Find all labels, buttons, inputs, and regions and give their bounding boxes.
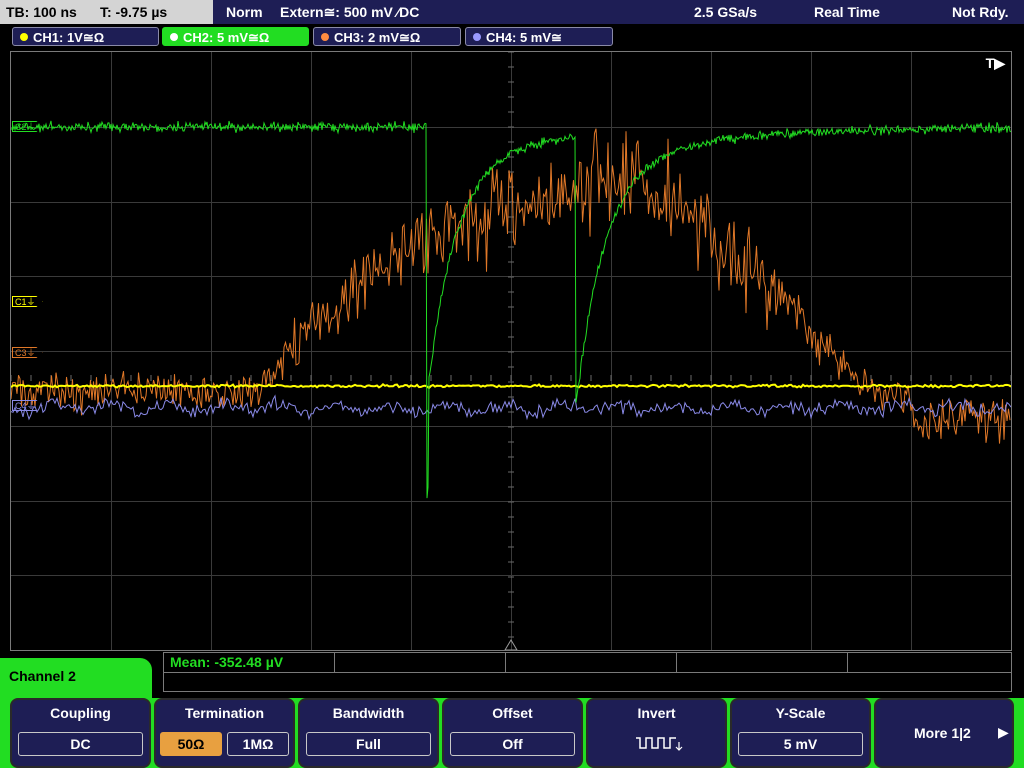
termination-50ohm-option[interactable]: 50Ω <box>160 732 222 756</box>
timebase-label: TB: 100 ns <box>6 4 77 20</box>
offset-softkey[interactable]: Offset Off <box>442 698 583 768</box>
termination-1mohm-option[interactable]: 1MΩ <box>227 732 289 756</box>
status-bar: TB: 100 ns T: -9.75 µs Norm Extern≅: 500… <box>0 0 1024 24</box>
ch4-dot-icon <box>473 33 481 41</box>
invert-title: Invert <box>637 705 676 721</box>
ch1-dot-icon <box>20 33 28 41</box>
waveform-display[interactable]: T▶ <box>10 51 1012 651</box>
divider <box>334 653 335 672</box>
invert-softkey[interactable]: Invert <box>586 698 727 768</box>
ch2-dot-icon <box>170 33 178 41</box>
ch3-dot-icon <box>321 33 329 41</box>
ch1-level-marker[interactable]: C1⏚ <box>12 296 43 307</box>
softkey-bar: Coupling DC Termination 50Ω 1MΩ Bandwidt… <box>0 698 1024 768</box>
channel-tab-ch4[interactable]: CH4: 5 mV≅ <box>465 27 613 46</box>
run-status[interactable]: Not Rdy. <box>952 0 1009 24</box>
bandwidth-title: Bandwidth <box>332 705 405 721</box>
offset-title: Offset <box>492 705 533 721</box>
bandwidth-softkey[interactable]: Bandwidth Full <box>298 698 439 768</box>
timebase-box[interactable]: TB: 100 ns T: -9.75 µs <box>0 0 213 24</box>
ch3-label: CH3: 2 mV≅Ω <box>334 30 421 45</box>
divider <box>676 653 677 672</box>
ch4-level-marker[interactable]: C4⏚ <box>12 400 43 411</box>
trigger-mode[interactable]: Norm <box>226 0 263 24</box>
ch3-waveform <box>11 128 1011 444</box>
trigger-time-label: T: -9.75 µs <box>100 4 168 20</box>
invert-waveform-icon <box>636 737 683 751</box>
ch4-label: CH4: 5 mV≅ <box>486 30 562 45</box>
more-softkey[interactable]: More 1|2 ▶ <box>874 698 1014 768</box>
mean-measurement: Mean: -352.48 µV <box>170 654 284 670</box>
channel-tab-ch1[interactable]: CH1: 1V≅Ω <box>12 27 159 46</box>
termination-title: Termination <box>184 705 265 721</box>
divider <box>505 653 506 672</box>
channel-bar: CH1: 1V≅Ω CH2: 5 mV≅Ω CH3: 2 mV≅Ω CH4: 5… <box>0 25 1024 49</box>
ch1-label: CH1: 1V≅Ω <box>33 30 105 45</box>
trigger-source[interactable]: Extern≅: 500 mV ⁄DC <box>280 0 419 24</box>
ch3-level-marker[interactable]: C3⏚ <box>12 347 43 358</box>
measurement-panel: Mean: -352.48 µV <box>163 652 1012 692</box>
arrow-right-icon: ▶ <box>998 724 1009 740</box>
menu-title: Channel 2 <box>9 668 76 684</box>
trigger-indicator: T▶ <box>985 55 1005 71</box>
sample-rate[interactable]: 2.5 GSa/s <box>694 0 757 24</box>
y-scale-softkey[interactable]: Y-Scale 5 mV <box>730 698 871 768</box>
bandwidth-value[interactable]: Full <box>306 732 431 756</box>
acquisition-mode[interactable]: Real Time <box>814 0 880 24</box>
ch2-level-marker[interactable]: C2⏚ <box>12 121 43 132</box>
channel-tab-ch2[interactable]: CH2: 5 mV≅Ω <box>162 27 309 46</box>
termination-softkey[interactable]: Termination 50Ω 1MΩ <box>154 698 295 768</box>
coupling-value[interactable]: DC <box>18 732 143 756</box>
coupling-softkey[interactable]: Coupling DC <box>10 698 151 768</box>
coupling-title: Coupling <box>50 705 111 721</box>
y-scale-title: Y-Scale <box>775 705 826 721</box>
ch2-label: CH2: 5 mV≅Ω <box>183 30 270 45</box>
measurement-row: Mean: -352.48 µV <box>164 653 1011 673</box>
y-scale-value[interactable]: 5 mV <box>738 732 863 756</box>
divider <box>847 653 848 672</box>
menu-title-tab: Channel 2 <box>0 658 152 698</box>
more-label: More 1|2 <box>914 725 971 741</box>
waveform-canvas <box>11 52 1011 650</box>
offset-value[interactable]: Off <box>450 732 575 756</box>
channel-tab-ch3[interactable]: CH3: 2 mV≅Ω <box>313 27 461 46</box>
